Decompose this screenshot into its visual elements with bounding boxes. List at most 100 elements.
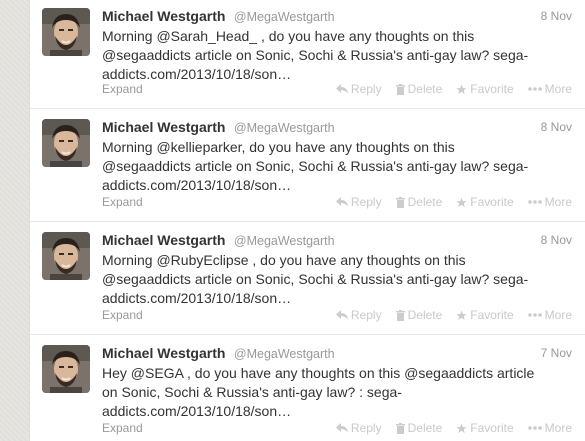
timestamp[interactable]: 7 Nov [541, 346, 572, 360]
tweet-text-line: Hey @SEGA , do you have any thoughts on … [102, 365, 535, 381]
star-icon [456, 422, 467, 433]
delete-label: Delete [407, 195, 443, 209]
timeline: Michael Westgarth @MegaWestgarth 8 Nov M… [29, 0, 585, 441]
tweet-text: Morning @kellieparker, do you have any t… [102, 138, 560, 195]
reply-button[interactable]: Reply [335, 308, 382, 322]
favorite-button[interactable]: Favorite [456, 421, 514, 435]
tweet-text-line: @segaaddicts article on Sonic, Sochi & R… [102, 158, 529, 174]
reply-arrow-icon [335, 310, 348, 320]
more-button[interactable]: More [527, 421, 572, 435]
favorite-button[interactable]: Favorite [456, 82, 514, 96]
favorite-button[interactable]: Favorite [456, 195, 514, 209]
timestamp[interactable]: 8 Nov [541, 120, 572, 134]
delete-button[interactable]: Delete [395, 82, 443, 96]
reply-button[interactable]: Reply [335, 82, 382, 96]
tweet-text-line: on Sonic, Sochi & Russia's anti-gay law?… [102, 384, 402, 400]
more-label: More [544, 308, 572, 322]
tweet-footer: Expand Reply Delete Favorite More [102, 82, 572, 98]
ellipsis-icon [527, 426, 542, 430]
ellipsis-icon [527, 87, 542, 91]
delete-button[interactable]: Delete [395, 421, 443, 435]
delete-button[interactable]: Delete [395, 195, 443, 209]
trash-icon [395, 309, 405, 321]
tweet-actions: Reply Delete Favorite More [335, 82, 572, 96]
favorite-label: Favorite [470, 195, 514, 209]
tweet-text: Morning @Sarah_Head_ , do you have any t… [102, 27, 560, 84]
author-name[interactable]: Michael Westgarth [102, 232, 225, 248]
more-button[interactable]: More [527, 195, 572, 209]
tweet-actions: Reply Delete Favorite More [335, 195, 572, 209]
star-icon [456, 309, 467, 320]
trash-icon [395, 196, 405, 208]
tweet-footer: Expand Reply Delete Favorite More [102, 195, 572, 211]
tweet-text-line: Morning @Sarah_Head_ , do you have any t… [102, 28, 475, 44]
tweet-text-line: addicts.com/2013/10/18/son… [102, 403, 292, 419]
ellipsis-icon [527, 200, 542, 204]
star-icon [456, 83, 467, 94]
more-label: More [544, 82, 572, 96]
delete-label: Delete [407, 421, 443, 435]
star-icon [456, 196, 467, 207]
delete-label: Delete [407, 308, 443, 322]
tweet[interactable]: Michael Westgarth @MegaWestgarth 8 Nov M… [30, 109, 585, 222]
reply-arrow-icon [335, 197, 348, 207]
delete-button[interactable]: Delete [395, 308, 443, 322]
avatar[interactable] [42, 119, 90, 167]
tweet-text-line: Morning @kellieparker, do you have any t… [102, 139, 455, 155]
tweet-text: Morning @RubyEclipse , do you have any t… [102, 251, 560, 308]
favorite-button[interactable]: Favorite [456, 308, 514, 322]
tweet-text-line: @segaaddicts article on Sonic, Sochi & R… [102, 271, 529, 287]
more-button[interactable]: More [527, 82, 572, 96]
tweet-text-line: @segaaddicts article on Sonic, Sochi & R… [102, 47, 529, 63]
tweet-text-line: addicts.com/2013/10/18/son… [102, 177, 292, 193]
expand-link[interactable]: Expand [102, 82, 143, 96]
author-name[interactable]: Michael Westgarth [102, 8, 225, 24]
reply-label: Reply [350, 421, 382, 435]
more-label: More [544, 421, 572, 435]
tweet[interactable]: Michael Westgarth @MegaWestgarth 7 Nov H… [30, 335, 585, 441]
tweet[interactable]: Michael Westgarth @MegaWestgarth 8 Nov M… [30, 0, 585, 109]
tweet-text-line: addicts.com/2013/10/18/son… [102, 290, 292, 306]
tweet-actions: Reply Delete Favorite More [335, 421, 572, 435]
reply-label: Reply [350, 82, 382, 96]
tweet-header: Michael Westgarth @MegaWestgarth 7 Nov [102, 345, 572, 365]
expand-link[interactable]: Expand [102, 308, 143, 322]
tweet-text: Hey @SEGA , do you have any thoughts on … [102, 364, 560, 421]
timestamp[interactable]: 8 Nov [541, 233, 572, 247]
reply-label: Reply [350, 195, 382, 209]
reply-arrow-icon [335, 84, 348, 94]
timestamp[interactable]: 8 Nov [541, 9, 572, 23]
author-name[interactable]: Michael Westgarth [102, 345, 225, 361]
delete-label: Delete [407, 82, 443, 96]
tweet-header: Michael Westgarth @MegaWestgarth 8 Nov [102, 119, 572, 139]
tweet-header: Michael Westgarth @MegaWestgarth 8 Nov [102, 232, 572, 252]
author-handle[interactable]: @MegaWestgarth [234, 121, 335, 135]
more-label: More [544, 195, 572, 209]
tweet-footer: Expand Reply Delete Favorite More [102, 421, 572, 437]
favorite-label: Favorite [470, 421, 514, 435]
expand-link[interactable]: Expand [102, 195, 143, 209]
reply-button[interactable]: Reply [335, 421, 382, 435]
avatar[interactable] [42, 8, 90, 56]
avatar[interactable] [42, 232, 90, 280]
tweet-actions: Reply Delete Favorite More [335, 308, 572, 322]
avatar[interactable] [42, 345, 90, 393]
expand-link[interactable]: Expand [102, 421, 143, 435]
ellipsis-icon [527, 313, 542, 317]
reply-button[interactable]: Reply [335, 195, 382, 209]
author-handle[interactable]: @MegaWestgarth [234, 347, 335, 361]
favorite-label: Favorite [470, 82, 514, 96]
author-name[interactable]: Michael Westgarth [102, 119, 225, 135]
more-button[interactable]: More [527, 308, 572, 322]
tweet[interactable]: Michael Westgarth @MegaWestgarth 8 Nov M… [30, 222, 585, 335]
tweet-footer: Expand Reply Delete Favorite More [102, 308, 572, 324]
trash-icon [395, 83, 405, 95]
trash-icon [395, 422, 405, 434]
author-handle[interactable]: @MegaWestgarth [234, 234, 335, 248]
tweet-text-line: Morning @RubyEclipse , do you have any t… [102, 252, 466, 268]
favorite-label: Favorite [470, 308, 514, 322]
reply-label: Reply [350, 308, 382, 322]
tweet-header: Michael Westgarth @MegaWestgarth 8 Nov [102, 8, 572, 28]
reply-arrow-icon [335, 423, 348, 433]
author-handle[interactable]: @MegaWestgarth [234, 10, 335, 24]
